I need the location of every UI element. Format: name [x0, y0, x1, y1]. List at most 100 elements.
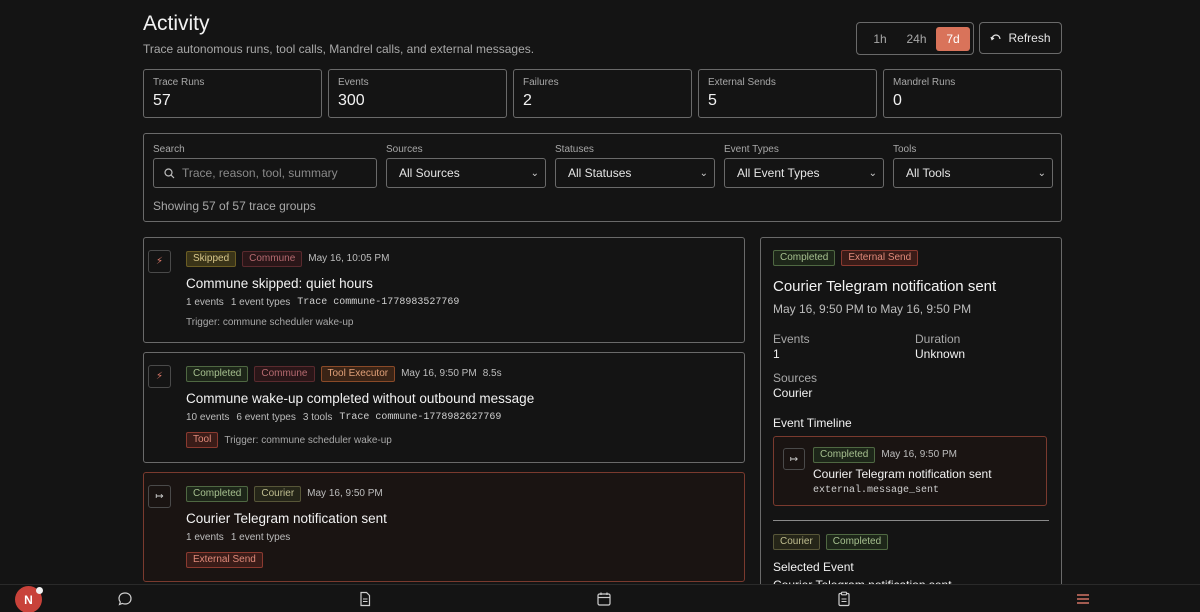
- refresh-button[interactable]: Refresh: [979, 22, 1062, 54]
- event-type-count: 1 event types: [230, 297, 291, 308]
- card-title: Commune wake-up completed without outbou…: [186, 391, 535, 406]
- lightning-icon: ⚡︎: [148, 250, 171, 273]
- trace-detail-panel: Completed External Send Courier Telegram…: [760, 237, 1062, 597]
- card-title: Courier Telegram notification sent: [186, 511, 387, 526]
- status-badge: Completed: [186, 485, 249, 502]
- event-types-select-value: All Event Types: [737, 166, 820, 180]
- card-trigger: Trigger: commune scheduler wake-up: [224, 434, 392, 446]
- event-type-count: 1 event types: [230, 532, 291, 543]
- trace-id: Trace commune-1778983527769: [297, 297, 460, 308]
- status-badge: Completed: [813, 446, 876, 463]
- timeline-item[interactable]: ↦ Completed May 16, 9:50 PM Courier Tele…: [773, 436, 1047, 506]
- search-input[interactable]: [182, 166, 372, 180]
- chevron-down-icon: ⌄: [699, 167, 708, 179]
- stat-value: 2: [523, 92, 532, 109]
- stat-label: Mandrel Runs: [893, 77, 956, 88]
- card-time: May 16, 10:05 PM: [308, 253, 390, 264]
- stat-value: 0: [893, 92, 902, 109]
- stat-label: Failures: [523, 77, 559, 88]
- source-badge: Courier: [773, 534, 820, 550]
- stat-label: External Sends: [708, 77, 776, 88]
- time-range-group: 1h 24h 7d: [856, 22, 974, 55]
- search-icon: [164, 167, 175, 178]
- avatar-initial: N: [24, 592, 33, 607]
- card-time: May 16, 9:50 PM: [307, 488, 383, 499]
- tool-count: 3 tools: [302, 412, 333, 423]
- timeline-event-name: external.message_sent: [813, 485, 940, 496]
- tag-badge: External Send: [841, 250, 919, 266]
- menu-icon[interactable]: [1075, 591, 1091, 607]
- trace-card[interactable]: ⚡︎ Completed Commune Tool Executor May 1…: [143, 352, 745, 463]
- chat-icon[interactable]: [117, 591, 133, 607]
- timeline-heading: Event Timeline: [773, 416, 852, 430]
- status-dot: [36, 587, 43, 594]
- status-badge: Completed: [773, 250, 836, 266]
- event-count: 10 events: [186, 412, 230, 423]
- stat-mandrel-runs: Mandrel Runs 0: [883, 69, 1062, 118]
- stat-events: Events 300: [328, 69, 507, 118]
- tools-select-value: All Tools: [906, 166, 951, 180]
- sources-select[interactable]: All Sources ⌄: [386, 158, 546, 188]
- stat-external-sends: External Sends 5: [698, 69, 877, 118]
- event-count: 1 events: [186, 532, 224, 543]
- duration-label: Duration: [915, 332, 961, 346]
- status-badge: Skipped: [186, 250, 237, 267]
- event-types-select[interactable]: All Event Types ⌄: [724, 158, 884, 188]
- timeline-time: May 16, 9:50 PM: [881, 449, 957, 460]
- range-1h-button[interactable]: 1h: [863, 27, 897, 51]
- stat-label: Events: [338, 77, 369, 88]
- bottom-nav: N: [0, 584, 1200, 612]
- chevron-down-icon: ⌄: [530, 167, 539, 179]
- tools-label: Tools: [893, 144, 917, 155]
- trace-id: Trace commune-1778982627769: [339, 412, 502, 423]
- page-subtitle: Trace autonomous runs, tool calls, Mandr…: [143, 42, 535, 56]
- filters-panel: Search Sources All Sources ⌄ Statuses Al…: [143, 133, 1062, 222]
- stat-label: Trace Runs: [153, 77, 205, 88]
- statuses-select-value: All Statuses: [568, 166, 632, 180]
- events-label: Events: [773, 332, 810, 346]
- range-7d-button[interactable]: 7d: [936, 26, 970, 51]
- lightning-icon: ⚡︎: [148, 365, 171, 388]
- page-title: Activity: [143, 12, 210, 35]
- stat-trace-runs: Trace Runs 57: [143, 69, 322, 118]
- stat-value: 300: [338, 92, 365, 109]
- refresh-label: Refresh: [1008, 31, 1051, 45]
- chevron-down-icon: ⌄: [868, 167, 877, 179]
- calendar-icon[interactable]: [596, 591, 612, 607]
- stat-value: 5: [708, 92, 717, 109]
- send-arrow-icon: ↦: [148, 485, 171, 508]
- statuses-select[interactable]: All Statuses ⌄: [555, 158, 715, 188]
- stat-failures: Failures 2: [513, 69, 692, 118]
- card-trigger: Trigger: commune scheduler wake-up: [186, 317, 354, 328]
- document-icon[interactable]: [357, 591, 373, 607]
- sources-select-value: All Sources: [399, 166, 460, 180]
- range-24h-button[interactable]: 24h: [900, 27, 934, 51]
- trace-card-selected[interactable]: ↦ Completed Courier May 16, 9:50 PM Cour…: [143, 472, 745, 582]
- search-label: Search: [153, 144, 185, 155]
- duration-value: Unknown: [915, 347, 966, 361]
- refresh-icon: [990, 34, 1002, 41]
- sources-label: Sources: [773, 371, 818, 385]
- event-count: 1 events: [186, 297, 224, 308]
- send-arrow-icon: ↦: [783, 448, 805, 470]
- avatar[interactable]: N: [15, 586, 43, 612]
- timeline-title: Courier Telegram notification sent: [813, 467, 992, 481]
- source-badge: Commune: [242, 250, 303, 267]
- tools-select[interactable]: All Tools ⌄: [893, 158, 1053, 188]
- card-time: May 16, 9:50 PM: [401, 368, 477, 379]
- card-duration: 8.5s: [482, 368, 502, 379]
- sources-label: Sources: [386, 144, 423, 155]
- results-count: Showing 57 of 57 trace groups: [153, 199, 316, 213]
- stat-value: 57: [153, 92, 171, 109]
- status-badge: Completed: [186, 365, 249, 382]
- clipboard-icon[interactable]: [836, 591, 852, 607]
- chevron-down-icon: ⌄: [1037, 167, 1046, 179]
- statuses-label: Statuses: [555, 144, 594, 155]
- divider: [773, 520, 1049, 521]
- source-badge: Courier: [254, 485, 302, 502]
- event-types-label: Event Types: [724, 144, 779, 155]
- events-value: 1: [773, 347, 780, 361]
- event-type-count: 6 event types: [236, 412, 296, 423]
- page-header: Activity Trace autonomous runs, tool cal…: [143, 12, 534, 56]
- trace-card[interactable]: ⚡︎ Skipped Commune May 16, 10:05 PM Comm…: [143, 237, 745, 343]
